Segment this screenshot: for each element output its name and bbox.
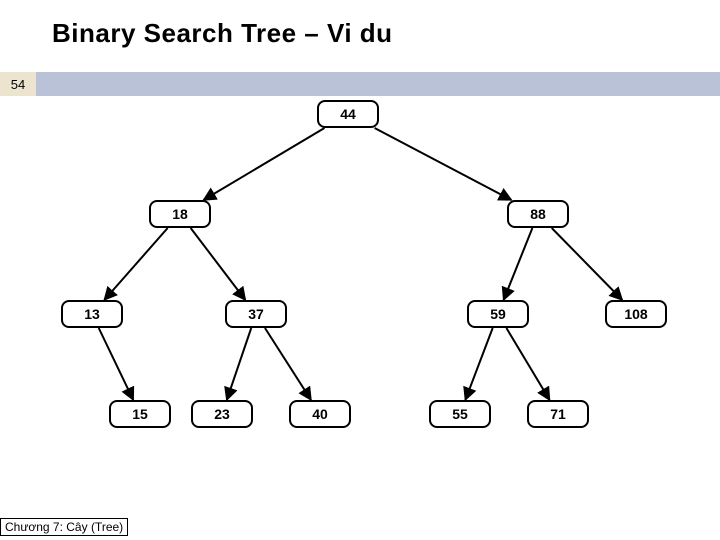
tree-edge [375, 128, 512, 200]
tree-edge [552, 228, 623, 300]
tree-node: 71 [527, 400, 589, 428]
tree-node: 59 [467, 300, 529, 328]
tree-edge [506, 328, 549, 400]
tree-node: 15 [109, 400, 171, 428]
tree-node: 18 [149, 200, 211, 228]
slide-number-box: 54 [0, 72, 36, 96]
tree-edge [204, 128, 325, 200]
tree-node: 44 [317, 100, 379, 128]
tree-edge [227, 328, 251, 400]
tree-edge [504, 228, 533, 300]
header-bar [0, 72, 720, 96]
tree-canvas: 44 18 88 13 37 59 108 15 23 40 55 71 [0, 96, 720, 516]
tree-node: 23 [191, 400, 253, 428]
page-title: Binary Search Tree – Vi du [52, 18, 393, 49]
tree-node: 55 [429, 400, 491, 428]
tree-node: 88 [507, 200, 569, 228]
tree-node: 108 [605, 300, 667, 328]
footer-text: Chương 7: Cây (Tree) [0, 518, 128, 536]
tree-edge [265, 328, 311, 400]
tree-edge [104, 228, 167, 300]
tree-edge [99, 328, 134, 400]
tree-edge [191, 228, 246, 300]
tree-node: 37 [225, 300, 287, 328]
footer: Chương 7: Cây (Tree) [0, 518, 720, 540]
tree-edge [465, 328, 492, 400]
tree-node: 13 [61, 300, 123, 328]
tree-node: 40 [289, 400, 351, 428]
